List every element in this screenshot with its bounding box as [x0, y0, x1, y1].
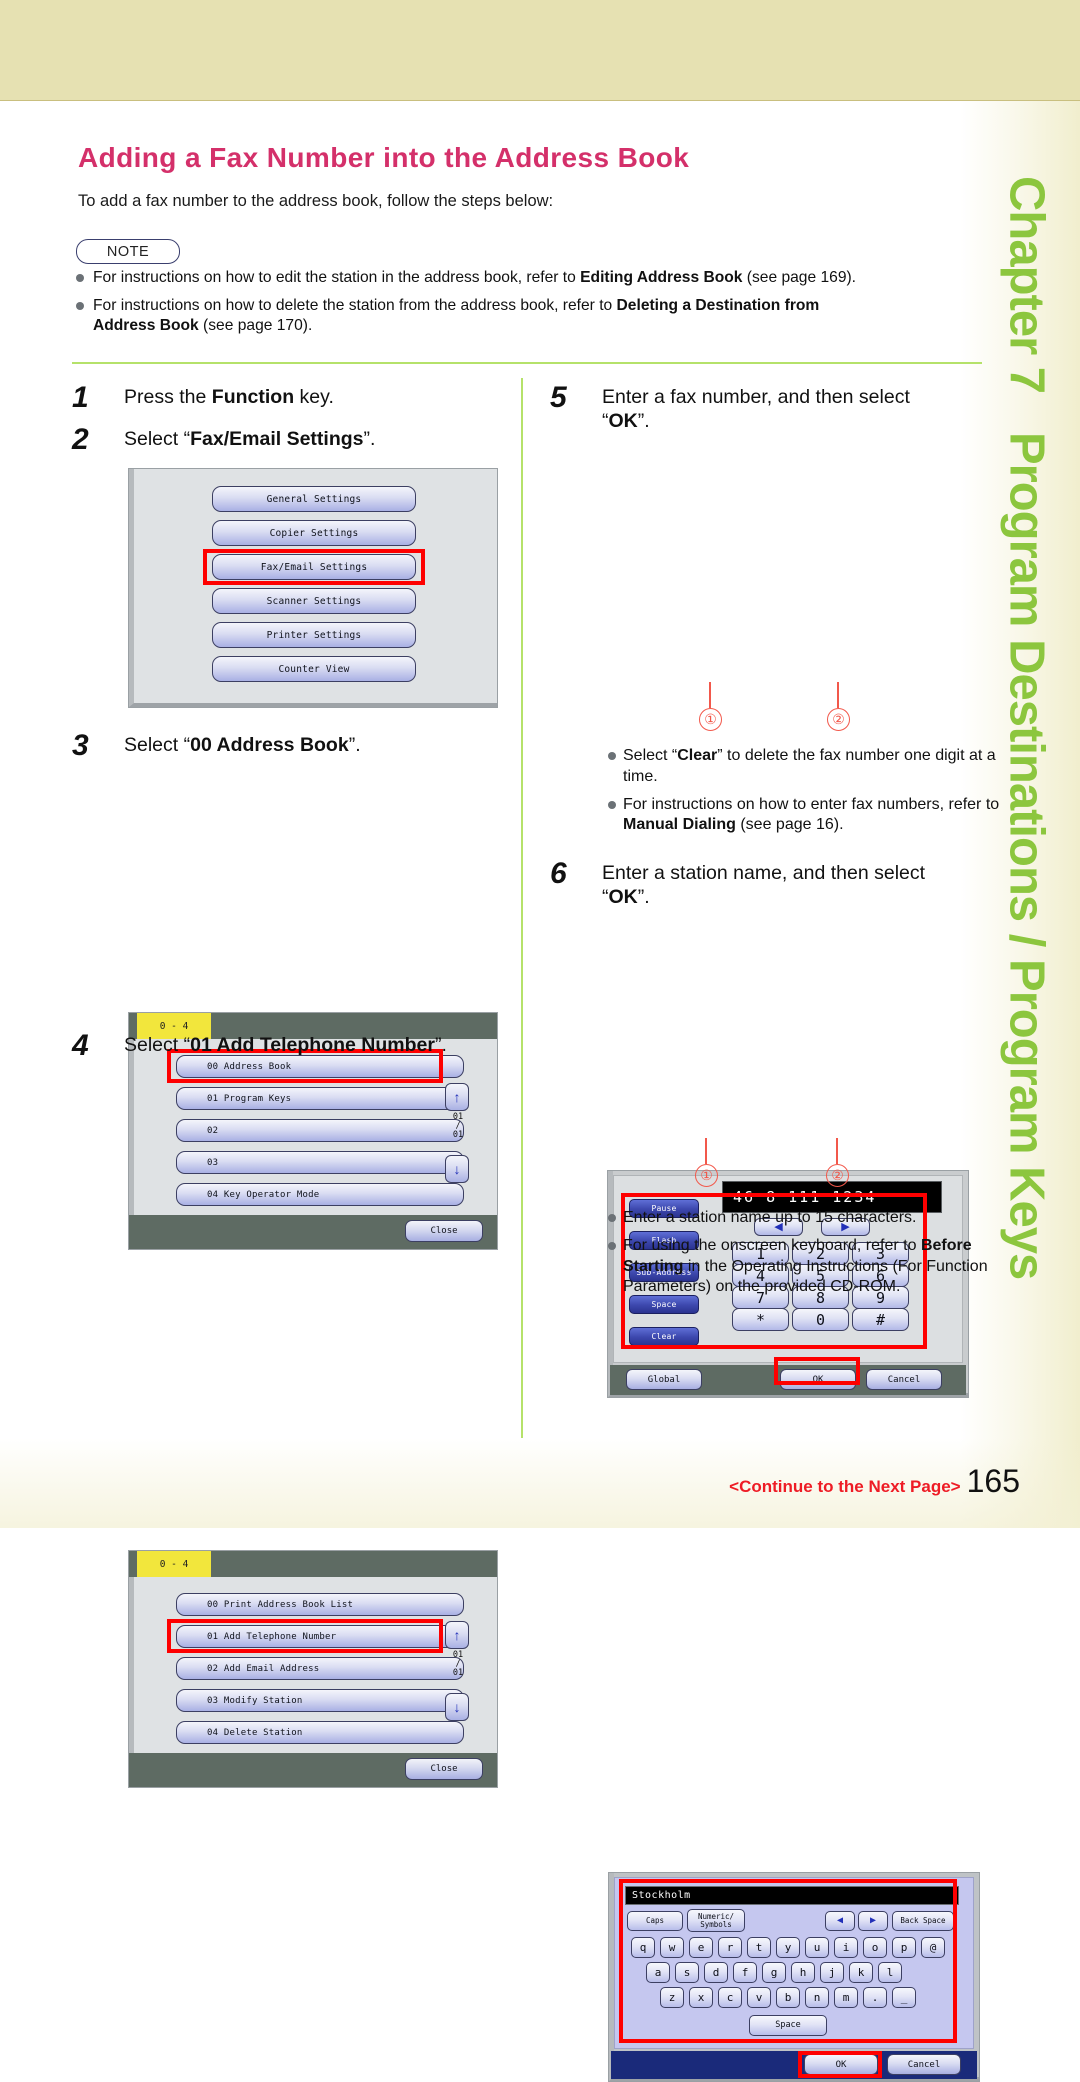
highlight-box-add-telephone-number — [167, 1619, 443, 1653]
note-item: Enter a station name up to 15 characters… — [608, 1208, 1008, 1229]
intro-text: To add a fax number to the address book,… — [78, 192, 554, 210]
column-divider — [521, 378, 523, 1438]
step-3: 3 Select “00 Address Book”. — [72, 730, 502, 761]
page-footer: <Continue to the Next Page> 165 — [729, 1463, 1020, 1500]
note-text: Enter a station name up to 15 characters… — [623, 1209, 917, 1226]
note-text: For using the onscreen keyboard, refer t… — [623, 1236, 988, 1296]
pager-indicator: 01 / 01 — [445, 1651, 471, 1678]
step-text: Press the Function key. — [124, 386, 334, 408]
highlight-box-ok-button — [774, 1357, 860, 1385]
note-item: For instructions on how to edit the stat… — [76, 268, 982, 289]
note-item: For instructions on how to enter fax num… — [608, 795, 1008, 837]
menu-button-counter-view[interactable]: Counter View — [212, 656, 416, 682]
note-badge: NOTE — [76, 239, 180, 264]
pager-total: 01 — [452, 1129, 464, 1140]
note-item: Select “Clear” to delete the fax number … — [608, 746, 1008, 788]
step-text: Enter a fax number, and then select “OK”. — [602, 386, 910, 433]
list-row-02-add-email-address[interactable]: 02 Add Email Address — [176, 1657, 464, 1680]
note-item: For using the onscreen keyboard, refer t… — [608, 1236, 1008, 1298]
list-row-00-print-address-book-list[interactable]: 00 Print Address Book List — [176, 1593, 464, 1616]
bullet-icon — [76, 274, 84, 282]
callout-marker-1: ① — [699, 708, 722, 731]
screen-station-name-keyboard: Stockholm Caps Numeric/ Symbols ◀ ▶ Back… — [608, 1872, 980, 2082]
step-number: 1 — [72, 381, 89, 414]
pager-current: 01 — [452, 1650, 464, 1660]
step-number: 3 — [72, 729, 89, 762]
note-item: For instructions on how to delete the st… — [76, 296, 982, 337]
menu-button-printer-settings[interactable]: Printer Settings — [212, 622, 416, 648]
highlight-box-keyboard-area — [619, 1879, 957, 2043]
pager-total: 01 — [452, 1667, 464, 1678]
chapter-tab: Chapter 7 Program Destinations / Program… — [978, 160, 1074, 1279]
screen-add-telephone-list: 0 - 4 00 Print Address Book List 01 Add … — [128, 1550, 498, 1788]
step-number: 2 — [72, 423, 89, 456]
note-text: For instructions on how to delete the st… — [93, 296, 820, 335]
screen-tab-range: 0 - 4 — [137, 1551, 211, 1577]
note-text: Select “Clear” to delete the fax number … — [623, 747, 996, 785]
highlight-box-ok-button — [798, 2051, 882, 2078]
list-row-04-key-operator-mode[interactable]: 04 Key Operator Mode — [176, 1183, 464, 1206]
list-row-01-program-keys[interactable]: 01 Program Keys — [176, 1087, 464, 1110]
continue-label: <Continue to the Next Page> — [729, 1477, 961, 1496]
global-button[interactable]: Global — [626, 1369, 702, 1390]
bullet-icon — [76, 301, 84, 310]
step-1: 1 Press the Function key. — [72, 382, 502, 413]
scroll-down-icon[interactable]: ↓ — [445, 1155, 469, 1183]
step-text: Select “01 Add Telephone Number”. — [124, 1034, 447, 1056]
menu-button-scanner-settings[interactable]: Scanner Settings — [212, 588, 416, 614]
scroll-up-icon[interactable]: ↑ — [445, 1083, 469, 1111]
chapter-subject: Program Destinations / Program Keys — [999, 431, 1054, 1279]
page-top-band — [0, 0, 1080, 101]
list-row-04-delete-station[interactable]: 04 Delete Station — [176, 1721, 464, 1744]
note-list: For instructions on how to edit the stat… — [76, 268, 982, 344]
note-list-after-step-6: Enter a station name up to 15 characters… — [608, 1208, 1008, 1305]
scroll-down-icon[interactable]: ↓ — [445, 1693, 469, 1721]
step-text: Select “Fax/Email Settings”. — [124, 428, 376, 450]
chapter-label: Chapter 7 Program Destinations / Program… — [999, 176, 1054, 1279]
highlight-box-fax-email-settings — [203, 549, 425, 585]
list-row-03[interactable]: 03 — [176, 1151, 464, 1174]
pager-indicator: 01 / 01 — [445, 1113, 471, 1140]
callout-marker-1: ① — [695, 1164, 718, 1187]
close-button[interactable]: Close — [405, 1758, 483, 1780]
bullet-icon — [608, 1241, 616, 1250]
chapter-number: Chapter 7 — [999, 176, 1054, 394]
list-row-03-modify-station[interactable]: 03 Modify Station — [176, 1689, 464, 1712]
note-text: For instructions on how to edit the stat… — [93, 269, 857, 286]
step-6: 6 Enter a station name, and then select “… — [550, 858, 980, 910]
step-number: 5 — [550, 381, 567, 414]
callout-marker-2: ② — [826, 1164, 849, 1187]
note-list-after-step-5: Select “Clear” to delete the fax number … — [608, 746, 1008, 843]
callout-line-1 — [705, 1138, 707, 1164]
bullet-icon — [608, 752, 616, 760]
step-4: 4 Select “01 Add Telephone Number”. — [72, 1030, 532, 1061]
step-2: 2 Select “Fax/Email Settings”. — [72, 424, 502, 455]
callout-line-2 — [836, 1138, 838, 1164]
step-text: Select “00 Address Book”. — [124, 734, 361, 756]
step-number: 4 — [72, 1029, 89, 1062]
step-number: 6 — [550, 857, 567, 890]
bullet-icon — [608, 1214, 616, 1222]
step-5: 5 Enter a fax number, and then select “OK… — [550, 382, 980, 434]
callout-line-1 — [709, 682, 711, 708]
cancel-button[interactable]: Cancel — [866, 1369, 942, 1390]
menu-button-general-settings[interactable]: General Settings — [212, 486, 416, 512]
scroll-up-icon[interactable]: ↑ — [445, 1621, 469, 1649]
note-text: For instructions on how to enter fax num… — [623, 795, 1000, 834]
cancel-button[interactable]: Cancel — [887, 2054, 961, 2075]
page-title: Adding a Fax Number into the Address Boo… — [78, 142, 690, 173]
step-text: Enter a station name, and then select “OK… — [602, 862, 926, 909]
close-button[interactable]: Close — [405, 1220, 483, 1242]
menu-button-copier-settings[interactable]: Copier Settings — [212, 520, 416, 546]
screen-function-menu: General Settings Copier Settings Fax/Ema… — [128, 468, 498, 708]
list-row-02[interactable]: 02 — [176, 1119, 464, 1142]
callout-marker-2: ② — [827, 708, 850, 731]
bullet-icon — [608, 800, 616, 809]
pager-separator: / — [455, 1658, 461, 1669]
section-divider — [72, 362, 982, 364]
callout-line-2 — [837, 682, 839, 708]
page-number: 165 — [966, 1463, 1020, 1499]
